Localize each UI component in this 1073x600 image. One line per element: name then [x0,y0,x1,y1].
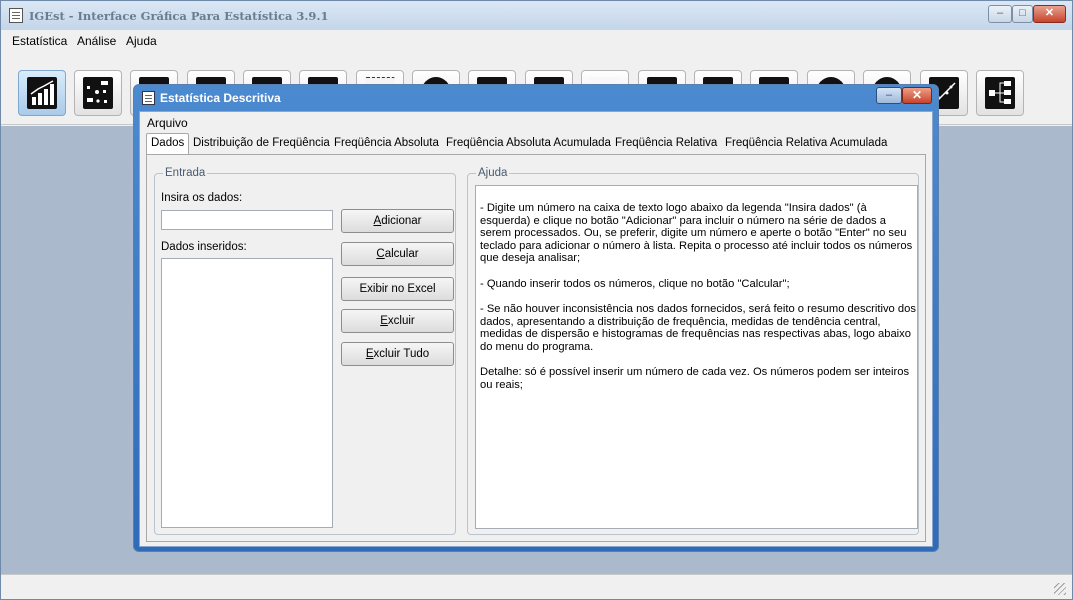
dados-inseridos-label: Dados inseridos: [161,241,247,253]
estatistica-descritiva-dialog: Estatística Descritiva – ✕ Arquivo Dados… [133,84,939,552]
calcular-mnemonic: C [376,248,385,260]
menu-analise[interactable]: Análise [77,34,116,48]
ajuda-group: Ajuda - Digite um número na caixa de tex… [467,167,919,535]
entrada-group: Entrada Insira os dados: Dados inseridos… [154,167,456,535]
excluir-button[interactable]: Excluir [341,309,454,333]
tab-distribuicao-frequencia[interactable]: Distribuição de Freqüência [189,135,334,154]
tab-frequencia-relativa-acumulada[interactable]: Freqüência Relativa Acumulada [721,135,891,154]
menu-bar: Estatística Análise Ajuda [1,30,1072,52]
tab-frequencia-absoluta-acumulada[interactable]: Freqüência Absoluta Acumulada [442,135,615,154]
tab-panel-dados: Entrada Insira os dados: Dados inseridos… [146,154,926,542]
calcular-label: alcular [384,248,419,260]
adicionar-label: dicionar [381,215,422,227]
resize-grip-icon[interactable] [1054,583,1066,595]
minimize-button[interactable]: – [988,5,1012,23]
excluir-tudo-button[interactable]: Excluir Tudo [341,342,454,366]
tab-dados[interactable]: Dados [146,133,190,155]
dialog-document-icon [142,91,155,105]
dialog-minimize-button[interactable]: – [876,87,902,104]
excluir-tudo-label: xcluir Tudo [373,348,430,360]
excluir-label: xcluir [387,315,415,327]
line-chart-icon [27,77,57,109]
insira-dados-input[interactable] [161,210,333,230]
dialog-titlebar[interactable]: Estatística Descritiva – ✕ [134,85,938,111]
dialog-close-button[interactable]: ✕ [902,87,932,104]
tab-frequencia-absoluta[interactable]: Freqüência Absoluta [330,135,443,154]
ajuda-text-area[interactable]: - Digite um número na caixa de texto log… [475,185,918,529]
status-bar [1,574,1072,599]
ajuda-legend: Ajuda [476,167,510,179]
exibir-excel-button[interactable]: Exibir no Excel [341,277,454,301]
toolbar-button-line-chart[interactable] [18,70,66,116]
tab-strip: Dados Distribuição de Freqüência Freqüên… [146,133,926,155]
toolbar-button-tree[interactable] [976,70,1024,116]
main-titlebar[interactable]: IGEst - Interface Gráfica Para Estatísti… [1,1,1072,30]
scatter-plot-icon [83,77,113,109]
dialog-title: Estatística Descritiva [160,91,281,105]
ajuda-paragraph: - Se não houver inconsistência nos dados… [480,303,916,353]
dialog-body: Arquivo Dados Distribuição de Freqüência… [139,111,933,547]
excluir-mnemonic: E [380,315,388,327]
entrada-legend: Entrada [163,167,208,179]
ajuda-text: - Digite um número na caixa de texto log… [480,202,916,404]
window-title: IGEst - Interface Gráfica Para Estatísti… [29,9,329,23]
menu-ajuda[interactable]: Ajuda [126,34,157,48]
calcular-button[interactable]: Calcular [341,242,454,266]
ajuda-paragraph: - Digite um número na caixa de texto log… [480,202,913,264]
tree-diagram-icon [985,77,1015,109]
excluir-tudo-mnemonic: E [365,348,374,360]
ajuda-paragraph: - Quando inserir todos os números, cliqu… [480,277,790,290]
toolbar-button-scatter[interactable] [74,70,122,116]
app-document-icon [9,8,23,23]
insira-dados-label: Insira os dados: [161,192,243,204]
menu-arquivo[interactable]: Arquivo [147,116,188,130]
ajuda-paragraph: Detalhe: só é possível inserir um número… [480,366,910,391]
dados-inseridos-list[interactable] [161,258,333,528]
close-button[interactable]: ✕ [1033,5,1066,23]
adicionar-button[interactable]: Adicionar [341,209,454,233]
menu-estatistica[interactable]: Estatística [12,34,67,48]
tab-frequencia-relativa[interactable]: Freqüência Relativa [611,135,721,154]
maximize-button[interactable]: □ [1012,5,1033,23]
dialog-menu-bar: Arquivo [140,112,932,132]
